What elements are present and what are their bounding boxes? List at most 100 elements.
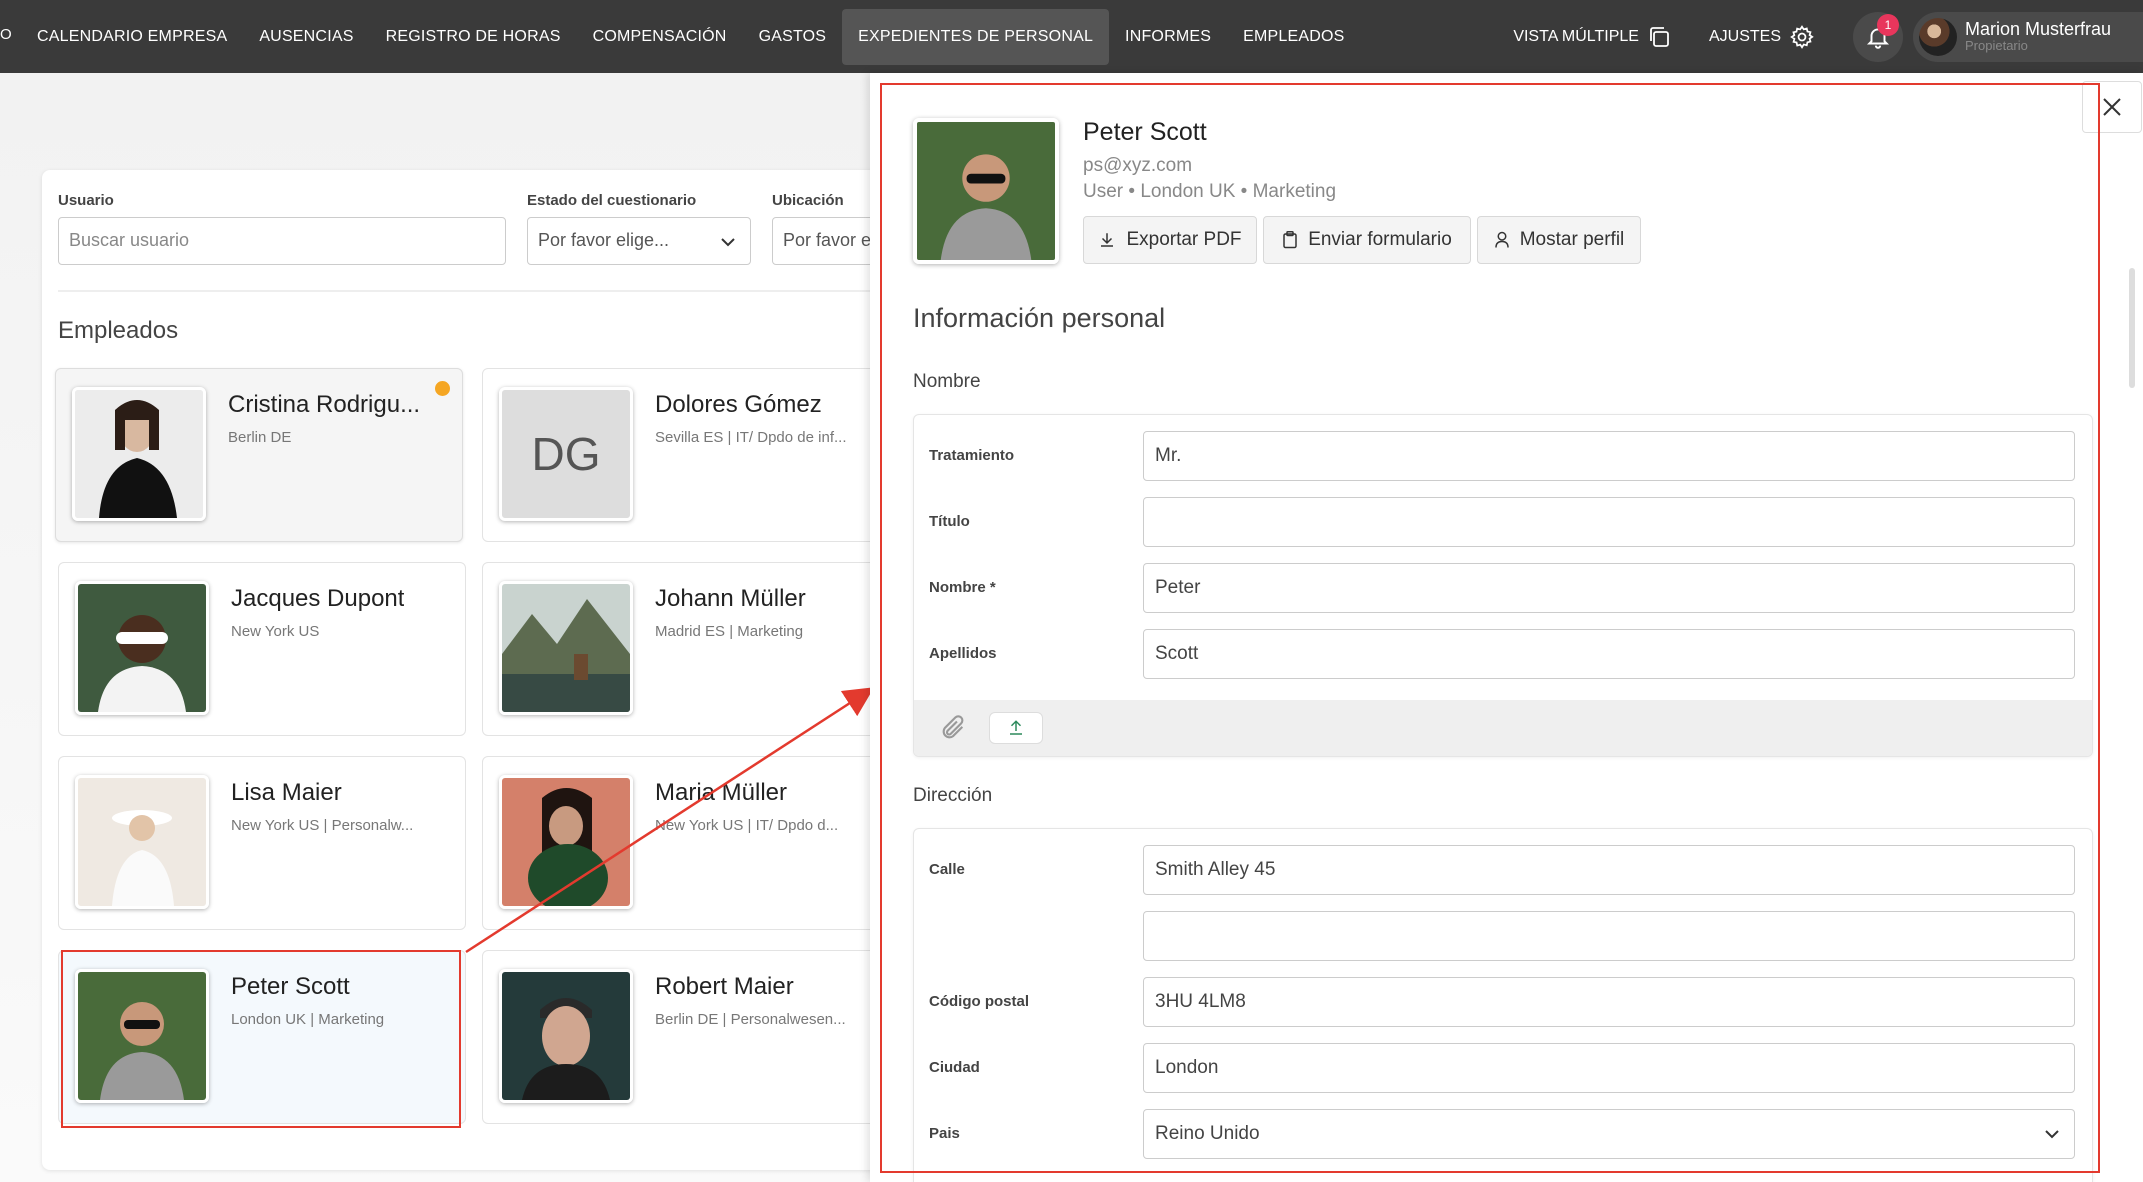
close-icon [2103, 98, 2121, 116]
employee-photo [72, 387, 206, 521]
calle-input[interactable]: Smith Alley 45 [1143, 845, 2075, 895]
employee-initials-avatar: DG [499, 387, 633, 521]
estado-cuestionario-value: Por favor elige... [538, 230, 670, 250]
nav-gastos[interactable]: GASTOS [743, 9, 843, 65]
nav-empleados[interactable]: EMPLEADOS [1227, 9, 1360, 65]
ubicacion-value: Por favor e [783, 230, 872, 250]
user-menu[interactable]: Marion Musterfrau Propietario [1913, 11, 2143, 62]
employee-photo [75, 581, 209, 715]
vista-multiple-label: VISTA MÚLTIPLE [1513, 27, 1639, 45]
chevron-down-icon [2045, 1130, 2059, 1139]
attachment-bar [914, 700, 2092, 756]
employee-card-jacques[interactable]: Jacques Dupont New York US [58, 562, 466, 736]
download-icon [1101, 233, 1114, 247]
employee-name: Jacques Dupont [231, 585, 405, 612]
employee-photo [499, 969, 633, 1103]
user-avatar [1919, 17, 1957, 56]
employee-name: Dolores Gómez [655, 391, 822, 418]
ajustes-button[interactable]: AJUSTES [1709, 24, 1815, 50]
ajustes-label: AJUSTES [1708, 27, 1781, 45]
apellidos-input[interactable]: Scott [1143, 629, 2075, 679]
upload-icon [1010, 720, 1022, 735]
profile-email: ps@xyz.com [1083, 155, 1193, 176]
employee-photo [75, 775, 209, 909]
field-row-titulo: Título [914, 497, 2092, 547]
ciudad-input[interactable]: London [1143, 1043, 2075, 1093]
field-row-calle: Calle Smith Alley 45 [914, 845, 2092, 895]
nav-calendario-empresa[interactable]: CALENDARIO EMPRESA [21, 9, 243, 65]
address-fields-box: Calle Smith Alley 45 Código postal 3HU 4… [913, 828, 2093, 1182]
close-panel-button[interactable] [2082, 81, 2142, 133]
apellidos-label: Apellidos [929, 645, 997, 662]
clipboard-icon [1283, 231, 1297, 249]
employee-location: New York US [231, 623, 320, 640]
paperclip-icon[interactable] [939, 714, 967, 742]
send-form-button[interactable]: Enviar formulario [1263, 216, 1471, 264]
search-user-placeholder: Buscar usuario [69, 230, 190, 250]
vista-multiple-button[interactable]: VISTA MÚLTIPLE [1513, 25, 1671, 49]
field-row-calle-2 [914, 911, 2092, 961]
pais-label: Pais [929, 1125, 960, 1142]
notification-badge: 1 [1877, 13, 1899, 36]
pais-value: Reino Unido [1155, 1123, 1260, 1144]
field-row-nombre: Nombre * Peter [914, 563, 2092, 613]
employee-card-robert[interactable]: Robert Maier Berlin DE | Personalwesen..… [482, 950, 890, 1124]
user-name: Marion Musterfrau [1965, 19, 2112, 39]
user-icon [1494, 231, 1509, 248]
employee-detail-panel: Peter Scott ps@xyz.com User • London UK … [870, 73, 2143, 1182]
pais-select[interactable]: Reino Unido [1143, 1109, 2075, 1159]
panel-scrollbar[interactable] [2129, 268, 2135, 388]
nav-compensacion[interactable]: COMPENSACIÓN [577, 9, 743, 65]
employee-card-lisa[interactable]: Lisa Maier New York US | Personalw... [58, 756, 466, 930]
export-pdf-button[interactable]: Exportar PDF [1083, 216, 1257, 264]
search-user-input[interactable]: Buscar usuario [58, 217, 506, 265]
employee-location: Sevilla ES | IT/ Dpdo de inf... [655, 429, 847, 446]
nav-expedientes-de-personal[interactable]: EXPEDIENTES DE PERSONAL [842, 8, 1110, 65]
codigo-postal-input[interactable]: 3HU 4LM8 [1143, 977, 2075, 1027]
show-profile-label: Mostar perfil [1519, 229, 1625, 250]
profile-name: Peter Scott [1083, 118, 1207, 146]
employee-name: Cristina Rodrigu... [228, 391, 421, 418]
nav-informes[interactable]: INFORMES [1109, 9, 1227, 65]
employee-card-maria[interactable]: Maria Müller New York US | IT/ Dpdo d... [482, 756, 890, 930]
top-navigation-bar: O CALENDARIO EMPRESA AUSENCIAS REGISTRO … [0, 0, 2143, 73]
personal-info-title: Información personal [913, 303, 1166, 333]
nav-ausencias[interactable]: AUSENCIAS [243, 9, 369, 65]
main-nav: CALENDARIO EMPRESA AUSENCIAS REGISTRO DE… [21, 0, 1360, 73]
show-profile-button[interactable]: Mostar perfil [1477, 216, 1641, 264]
employee-name: Robert Maier [655, 973, 794, 1000]
tratamiento-input[interactable]: Mr. [1143, 431, 2075, 481]
employee-photo [499, 581, 633, 715]
employee-name: Maria Müller [655, 779, 788, 806]
titulo-input[interactable] [1143, 497, 2075, 547]
user-role: Propietario [1965, 38, 2028, 53]
direccion-section-label: Dirección [913, 785, 993, 806]
status-dot [435, 381, 450, 396]
copy-windows-icon [1650, 26, 1669, 47]
field-row-pais: Pais Reino Unido [914, 1109, 2092, 1159]
nombre-section-label: Nombre [913, 371, 981, 392]
employee-card-johann[interactable]: Johann Müller Madrid ES | Marketing [482, 562, 890, 736]
field-row-ciudad: Ciudad London [914, 1043, 2092, 1093]
ubicacion-label: Ubicación [772, 192, 844, 209]
gear-icon [1790, 24, 1814, 49]
tratamiento-label: Tratamiento [929, 447, 1015, 464]
employee-name: Lisa Maier [231, 779, 342, 806]
nav-edge-text: O [0, 26, 12, 43]
nav-right: VISTA MÚLTIPLE AJUSTES 1 Marion Musterfr… [1513, 0, 2143, 73]
nombre-input[interactable]: Peter [1143, 563, 2075, 613]
field-row-tratamiento: Tratamiento Mr. [914, 431, 2092, 481]
calle-2-input[interactable] [1143, 911, 2075, 961]
employee-card-cristina[interactable]: Cristina Rodrigu... Berlin DE [55, 368, 463, 542]
export-pdf-label: Exportar PDF [1126, 229, 1242, 250]
upload-button[interactable] [989, 712, 1043, 744]
profile-meta: User • London UK • Marketing [1083, 181, 1337, 202]
field-row-apellidos: Apellidos Scott [914, 629, 2092, 679]
nav-registro-de-horas[interactable]: REGISTRO DE HORAS [370, 9, 577, 65]
employee-photo [499, 775, 633, 909]
estado-cuestionario-label: Estado del cuestionario [527, 192, 697, 209]
employee-location: Madrid ES | Marketing [655, 623, 804, 640]
notifications-button[interactable]: 1 [1853, 11, 1903, 62]
estado-cuestionario-select[interactable]: Por favor elige... [527, 217, 751, 265]
employee-card-dolores[interactable]: DG Dolores Gómez Sevilla ES | IT/ Dpdo d… [482, 368, 890, 542]
